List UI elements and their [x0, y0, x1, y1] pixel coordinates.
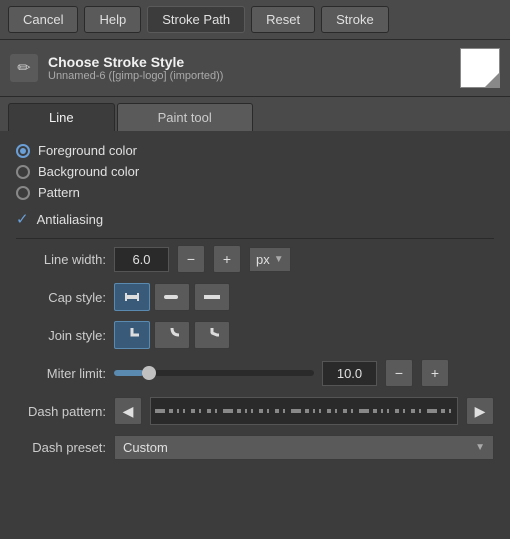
dash-pattern-display [150, 397, 458, 425]
dash-left-button[interactable]: ◀ [114, 397, 142, 425]
tab-bar: Line Paint tool [0, 97, 510, 131]
join-miter-button[interactable] [114, 321, 150, 349]
radio-pattern-label: Pattern [38, 185, 80, 200]
color-source-group: Foreground color Background color Patter… [16, 143, 494, 200]
radio-foreground[interactable]: Foreground color [16, 143, 494, 158]
cancel-button[interactable]: Cancel [8, 6, 78, 33]
preview-thumbnail [460, 48, 500, 88]
dash-preset-value: Custom [123, 440, 168, 455]
line-width-minus-button[interactable]: − [177, 245, 205, 273]
tab-paint-tool[interactable]: Paint tool [117, 103, 253, 131]
miter-minus-button[interactable]: − [385, 359, 413, 387]
help-button[interactable]: Help [84, 6, 141, 33]
line-width-plus-button[interactable]: + [213, 245, 241, 273]
radio-foreground-label: Foreground color [38, 143, 137, 158]
header-text-group: Choose Stroke Style Unnamed-6 ([gimp-log… [48, 54, 450, 82]
dash-pattern-label: Dash pattern: [16, 404, 106, 419]
cap-round-button[interactable] [154, 283, 190, 311]
stroke-button[interactable]: Stroke [321, 6, 389, 33]
cap-style-label: Cap style: [16, 290, 106, 305]
dash-preset-row: Dash preset: Custom ▼ [16, 435, 494, 460]
radio-foreground-circle [16, 144, 30, 158]
miter-limit-row: Miter limit: − + [16, 359, 494, 387]
line-width-row: Line width: − + px ▼ [16, 245, 494, 273]
main-toolbar: Cancel Help Stroke Path Reset Stroke [0, 0, 510, 40]
cap-butt-button[interactable] [114, 283, 150, 311]
cap-style-buttons [114, 283, 230, 311]
join-style-buttons [114, 321, 230, 349]
dialog-subtitle: Unnamed-6 ([gimp-logo] (imported)) [48, 70, 450, 82]
join-bevel-button[interactable] [194, 321, 230, 349]
join-style-label: Join style: [16, 328, 106, 343]
unit-dropdown[interactable]: px ▼ [249, 247, 291, 272]
join-style-row: Join style: [16, 321, 494, 349]
dropdown-arrow-icon: ▼ [475, 442, 485, 453]
miter-limit-label: Miter limit: [16, 366, 106, 381]
dialog-title: Choose Stroke Style [48, 54, 450, 70]
check-icon: ✓ [16, 210, 29, 228]
cap-square-button[interactable] [194, 283, 230, 311]
radio-pattern[interactable]: Pattern [16, 185, 494, 200]
unit-dropdown-arrow: ▼ [274, 254, 284, 265]
radio-background-circle [16, 165, 30, 179]
dash-track [155, 409, 453, 413]
line-width-label: Line width: [16, 252, 106, 267]
join-round-button[interactable] [154, 321, 190, 349]
radio-pattern-circle [16, 186, 30, 200]
unit-value: px [256, 252, 270, 267]
radio-background[interactable]: Background color [16, 164, 494, 179]
stroke-path-button[interactable]: Stroke Path [147, 6, 245, 33]
miter-limit-slider[interactable] [114, 370, 314, 376]
dash-right-button[interactable]: ▶ [466, 397, 494, 425]
dialog-icon: ✏ [10, 54, 38, 82]
dialog-header: ✏ Choose Stroke Style Unnamed-6 ([gimp-l… [0, 40, 510, 97]
antialiasing-checkbox[interactable]: ✓ Antialiasing [16, 210, 494, 228]
tab-line[interactable]: Line [8, 103, 115, 131]
slider-fill [114, 370, 144, 376]
miter-plus-button[interactable]: + [421, 359, 449, 387]
line-settings-panel: Foreground color Background color Patter… [0, 131, 510, 482]
dash-preset-dropdown[interactable]: Custom ▼ [114, 435, 494, 460]
dash-pattern-row: Dash pattern: ◀ ▶ [16, 397, 494, 425]
divider-1 [16, 238, 494, 239]
radio-background-label: Background color [38, 164, 139, 179]
reset-button[interactable]: Reset [251, 6, 315, 33]
antialiasing-label: Antialiasing [37, 212, 104, 227]
cap-style-row: Cap style: [16, 283, 494, 311]
dash-preset-label: Dash preset: [16, 440, 106, 455]
miter-limit-input[interactable] [322, 361, 377, 386]
slider-thumb[interactable] [142, 366, 156, 380]
line-width-input[interactable] [114, 247, 169, 272]
